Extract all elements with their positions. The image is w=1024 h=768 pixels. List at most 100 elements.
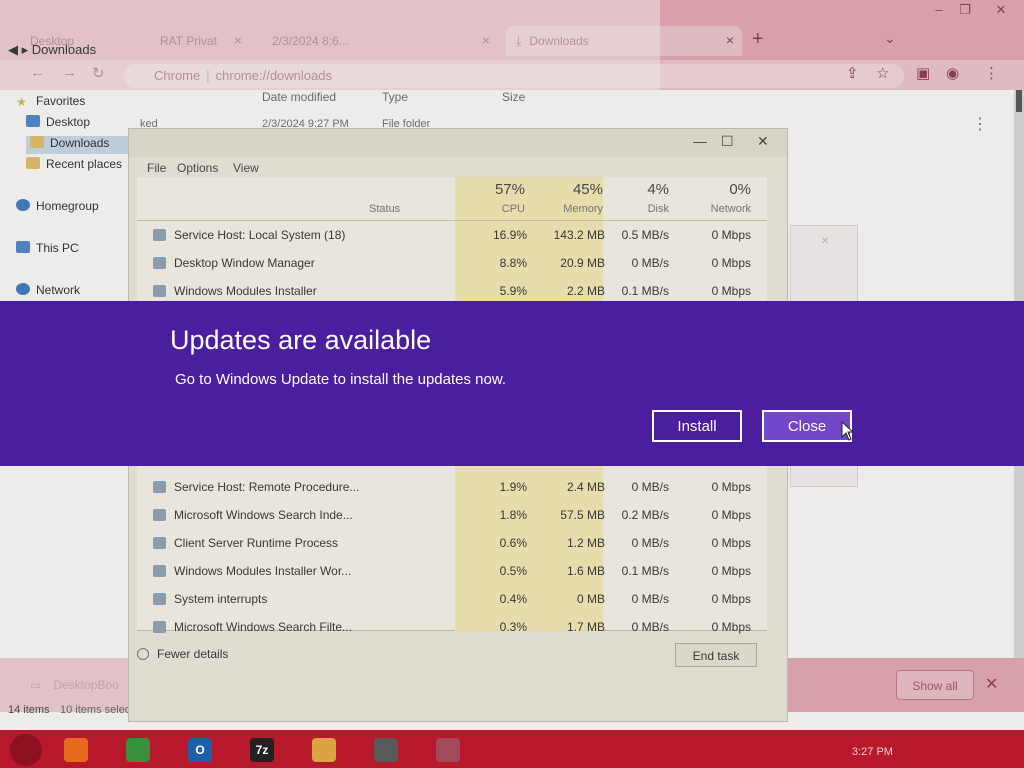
process-row[interactable]: Windows Modules Installer Wor... 0.5% 1.6 … xyxy=(137,557,767,585)
profile-avatar-icon[interactable]: ◉ xyxy=(946,64,959,82)
column-disk[interactable]: Disk xyxy=(605,203,669,215)
chrome-icon xyxy=(126,738,150,762)
nav-label: Downloads xyxy=(50,136,110,150)
process-row[interactable]: Desktop Window Manager 8.8% 20.9 MB 0 MB/s 0… xyxy=(137,249,767,277)
column-type[interactable]: Type xyxy=(382,90,408,104)
nav-this-pc[interactable]: This PC xyxy=(16,241,79,259)
nav-label: Favorites xyxy=(36,94,86,108)
maximize-icon[interactable]: ☐ xyxy=(721,133,734,150)
banner-message: Go to Windows Update to install the upda… xyxy=(175,371,507,388)
minimize-icon[interactable]: – xyxy=(928,2,950,20)
process-disk: 0 MB/s xyxy=(631,620,669,634)
desktop-icon xyxy=(26,115,40,127)
window-close-icon[interactable]: ✕ xyxy=(757,133,769,150)
process-memory: 143.2 MB xyxy=(553,228,605,242)
new-tab-plus-icon[interactable]: + xyxy=(752,28,764,51)
scrollbar-thumb[interactable] xyxy=(1016,90,1022,112)
show-all-button[interactable]: Show all xyxy=(896,670,974,700)
menu-view[interactable]: View xyxy=(233,161,259,175)
mouse-pointer-icon xyxy=(841,420,855,446)
process-icon xyxy=(153,229,166,241)
computer-icon xyxy=(16,241,30,253)
process-row[interactable]: System interrupts 0.4% 0 MB 0 MB/s 0 Mbps xyxy=(137,585,767,613)
back-icon[interactable]: ◀ ▸ xyxy=(8,42,32,57)
taskbar-app-outlook[interactable]: O xyxy=(180,734,220,766)
nav-network[interactable]: Network xyxy=(16,283,80,301)
process-icon xyxy=(153,565,166,577)
network-icon xyxy=(16,283,30,295)
downloads-folder-icon xyxy=(30,136,44,148)
taskbar-app-firefox[interactable] xyxy=(56,734,96,766)
nav-recent-places[interactable]: Recent places xyxy=(26,157,122,175)
process-name: Microsoft Windows Search Filte... xyxy=(174,620,353,634)
cpu-percent: 57% xyxy=(494,181,525,198)
process-icon xyxy=(153,285,166,297)
nav-label: Network xyxy=(36,283,81,297)
nav-favorites[interactable]: ★ Favorites xyxy=(16,94,85,112)
taskbar-app-document[interactable] xyxy=(366,734,406,766)
memory-percent: 45% xyxy=(572,181,603,198)
explorer-breadcrumb[interactable]: ◀ ▸ Downloads xyxy=(8,42,96,58)
process-row[interactable]: Microsoft Windows Search Filte... 0.3% 1.7… xyxy=(137,613,767,641)
process-icon xyxy=(153,481,166,493)
taskbar-app-file-explorer[interactable] xyxy=(304,734,344,766)
minimize-icon[interactable]: — xyxy=(693,133,707,149)
update-notification-banner: Updates are available Go to Windows Upda… xyxy=(0,301,1024,466)
share-icon[interactable]: ⇪ xyxy=(846,64,859,82)
nav-downloads[interactable]: Downloads xyxy=(26,136,130,154)
taskbar-app-7zip[interactable]: 7z xyxy=(242,734,282,766)
more-menu-icon[interactable]: ⋮ xyxy=(984,64,999,82)
process-name: System interrupts xyxy=(174,592,268,606)
process-name: Service Host: Remote Procedure... xyxy=(174,480,360,494)
window-close-icon[interactable]: ✕ xyxy=(990,2,1012,20)
process-icon xyxy=(153,537,166,549)
close-button[interactable]: Close xyxy=(762,410,852,442)
process-row[interactable]: Microsoft Windows Search Inde... 1.8% 57.5… xyxy=(137,501,767,529)
nav-label: Recent places xyxy=(46,157,123,171)
process-memory: 1.6 MB xyxy=(566,564,605,578)
disk-percent: 4% xyxy=(647,181,669,198)
process-disk: 0 MB/s xyxy=(631,592,669,606)
document-icon xyxy=(374,738,398,762)
side-panel-icon[interactable]: ▣ xyxy=(916,64,930,82)
bookmark-star-icon[interactable]: ☆ xyxy=(876,64,889,82)
column-network[interactable]: Network xyxy=(671,203,751,215)
task-manager-titlebar[interactable] xyxy=(129,129,787,157)
process-row[interactable]: Service Host: Remote Procedure... 1.9% 2.4… xyxy=(137,473,767,501)
column-status[interactable]: Status xyxy=(369,203,400,215)
start-orb-icon[interactable] xyxy=(10,734,42,766)
download-bar-close-icon[interactable]: ✕ xyxy=(985,674,998,694)
taskbar-app-chrome[interactable] xyxy=(118,734,158,766)
process-row[interactable]: Client Server Runtime Process 0.6% 1.2 MB 0… xyxy=(137,529,767,557)
process-network: 0 Mbps xyxy=(711,592,751,606)
nav-homegroup[interactable]: Homegroup xyxy=(16,199,99,217)
process-name: Windows Modules Installer xyxy=(174,284,317,298)
column-size[interactable]: Size xyxy=(502,90,525,104)
process-memory: 2.4 MB xyxy=(566,480,605,494)
process-icon xyxy=(153,593,166,605)
install-button[interactable]: Install xyxy=(652,410,742,442)
outlook-icon: O xyxy=(188,738,212,762)
process-cpu: 1.9% xyxy=(499,480,527,494)
menu-options[interactable]: Options xyxy=(177,161,218,175)
end-task-button[interactable]: End task xyxy=(675,643,757,667)
close-icon[interactable]: × xyxy=(821,232,829,248)
process-name: Microsoft Windows Search Inde... xyxy=(174,508,353,522)
column-date-modified[interactable]: Date modified xyxy=(262,90,336,104)
page-more-icon[interactable]: ⋮ xyxy=(972,114,988,134)
fewer-details-link[interactable]: Fewer details xyxy=(137,647,228,661)
column-cpu[interactable]: CPU xyxy=(455,203,525,215)
menu-file[interactable]: File xyxy=(147,161,166,175)
taskbar-app-pictures[interactable] xyxy=(428,734,468,766)
7zip-icon: 7z xyxy=(250,738,274,762)
column-memory[interactable]: Memory xyxy=(525,203,603,215)
fewer-details-label: Fewer details xyxy=(157,647,229,661)
nav-desktop[interactable]: Desktop xyxy=(26,115,90,133)
chevron-down-icon[interactable]: ⌄ xyxy=(884,30,896,47)
close-icon[interactable]: × xyxy=(726,32,734,48)
nav-label: Desktop xyxy=(46,115,91,129)
taskbar-clock[interactable]: 3:27 PM xyxy=(852,746,893,758)
process-memory: 2.2 MB xyxy=(566,284,605,298)
maximize-icon[interactable]: ❐ xyxy=(954,2,976,20)
process-row[interactable]: Service Host: Local System (18) 16.9% 143.… xyxy=(137,221,767,249)
